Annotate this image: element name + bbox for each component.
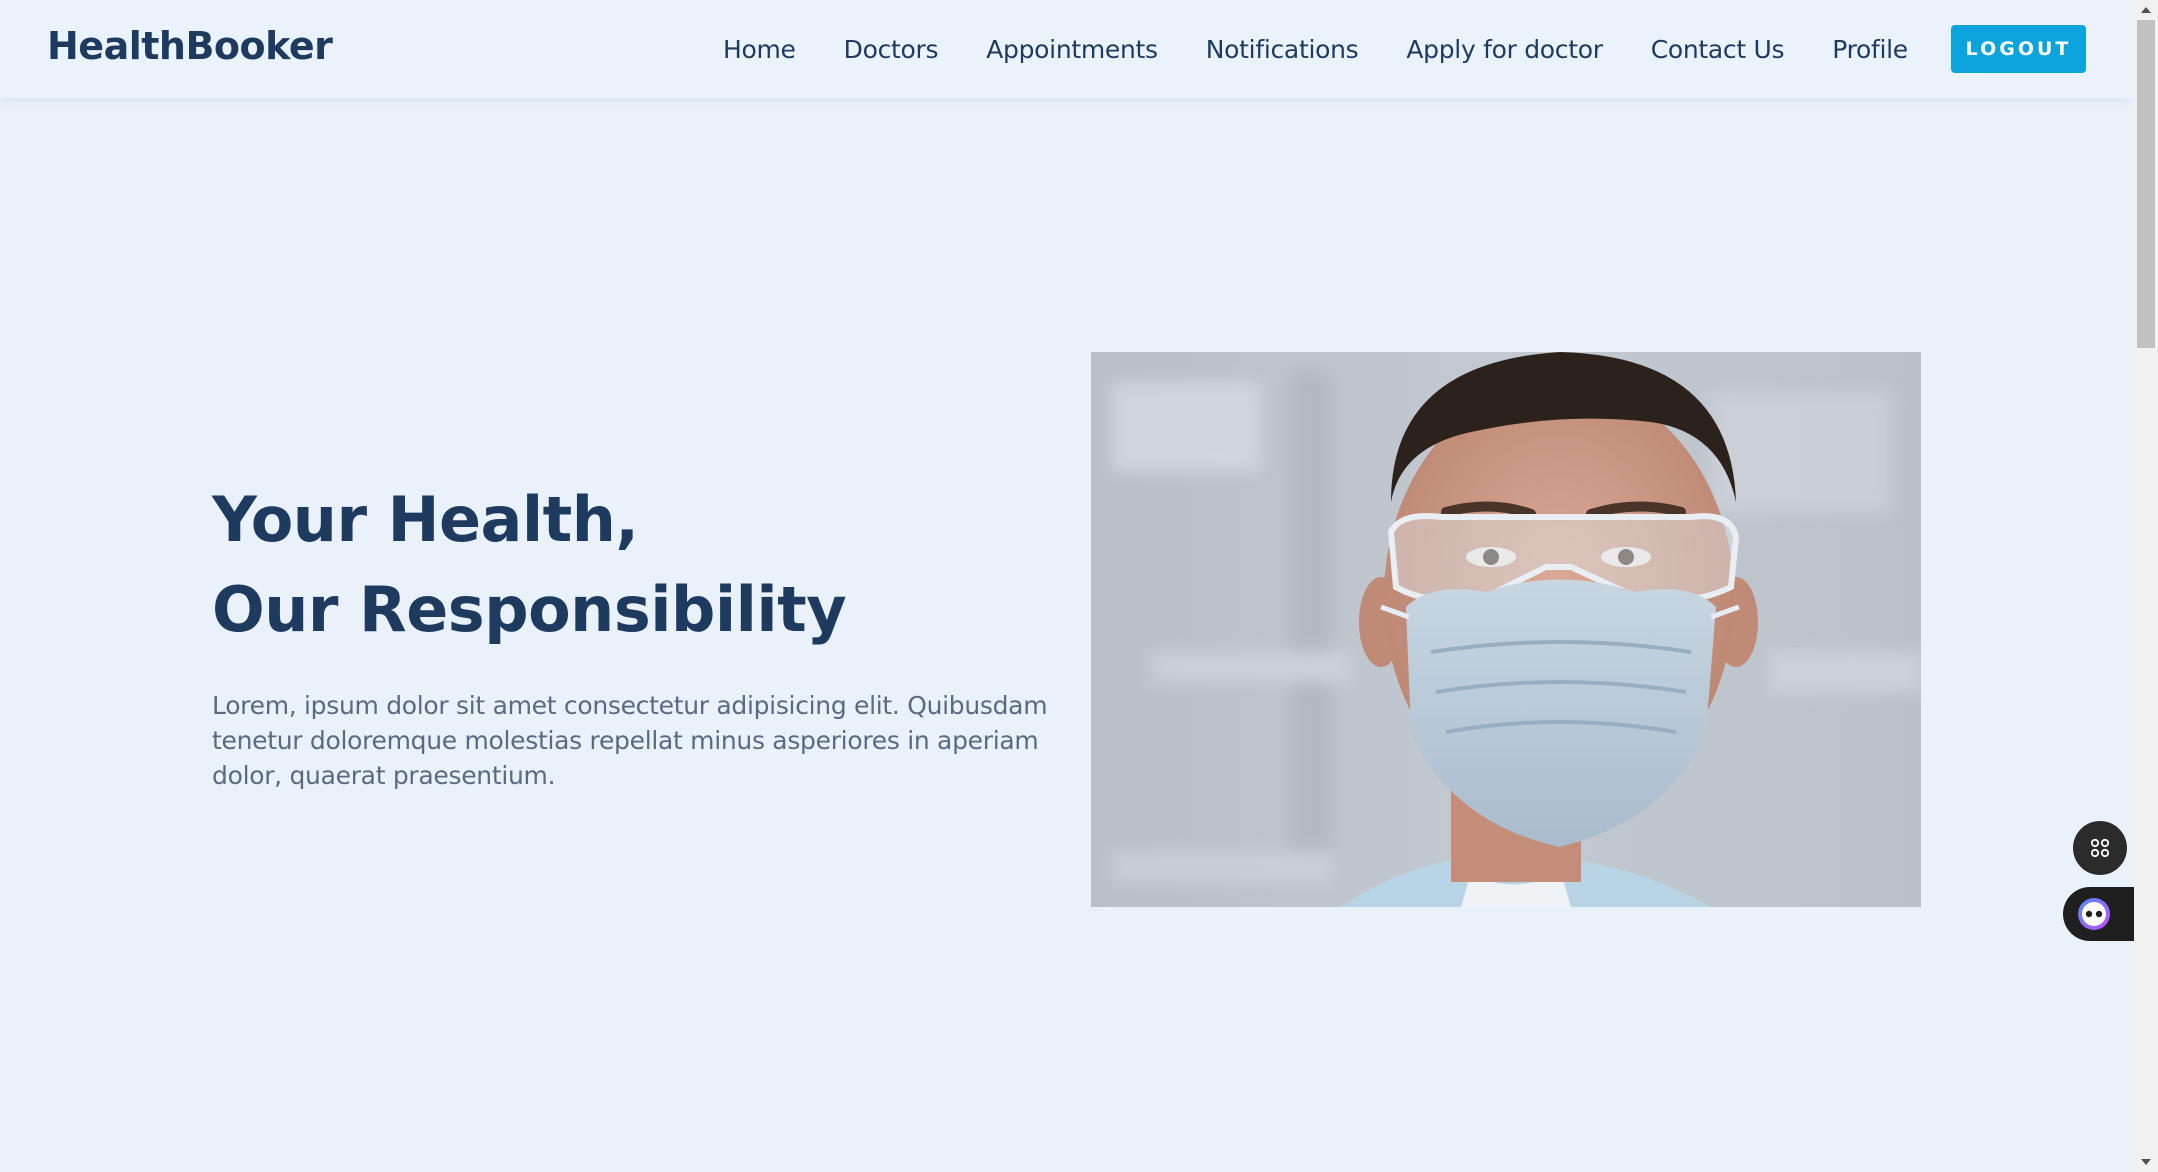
hero-title-line-2: Our Responsibility [212, 573, 847, 646]
assistant-bot-button[interactable] [2063, 887, 2135, 941]
hero-title: Your Health, Our Responsibility [212, 475, 847, 655]
nav-link-apply-for-doctor[interactable]: Apply for doctor [1406, 35, 1603, 64]
brand-logo[interactable]: HealthBooker [47, 24, 333, 68]
vertical-scrollbar[interactable] [2134, 0, 2158, 1172]
command-grid-icon [2090, 838, 2110, 858]
scrollbar-thumb[interactable] [2137, 20, 2155, 348]
top-navbar: HealthBooker Home Doctors Appointments N… [0, 0, 2134, 98]
hero-title-line-1: Your Health, [212, 483, 639, 556]
nav-link-doctors[interactable]: Doctors [844, 35, 939, 64]
scroll-up-arrow-icon[interactable] [2134, 0, 2158, 20]
assistant-bot-icon [2078, 898, 2110, 930]
logout-button[interactable]: LOGOUT [1951, 25, 2086, 73]
scroll-down-arrow-icon[interactable] [2134, 1152, 2158, 1172]
nav-link-contact-us[interactable]: Contact Us [1651, 35, 1785, 64]
nav-link-notifications[interactable]: Notifications [1206, 35, 1359, 64]
nav-links: Home Doctors Appointments Notifications … [723, 0, 1956, 98]
hero-doctor-image [1091, 352, 1921, 907]
nav-link-appointments[interactable]: Appointments [986, 35, 1158, 64]
nav-link-home[interactable]: Home [723, 35, 796, 64]
nav-link-profile[interactable]: Profile [1832, 35, 1908, 64]
command-grid-button[interactable] [2073, 821, 2127, 875]
hero-description: Lorem, ipsum dolor sit amet consectetur … [212, 691, 1048, 790]
page: HealthBooker Home Doctors Appointments N… [0, 0, 2158, 1172]
